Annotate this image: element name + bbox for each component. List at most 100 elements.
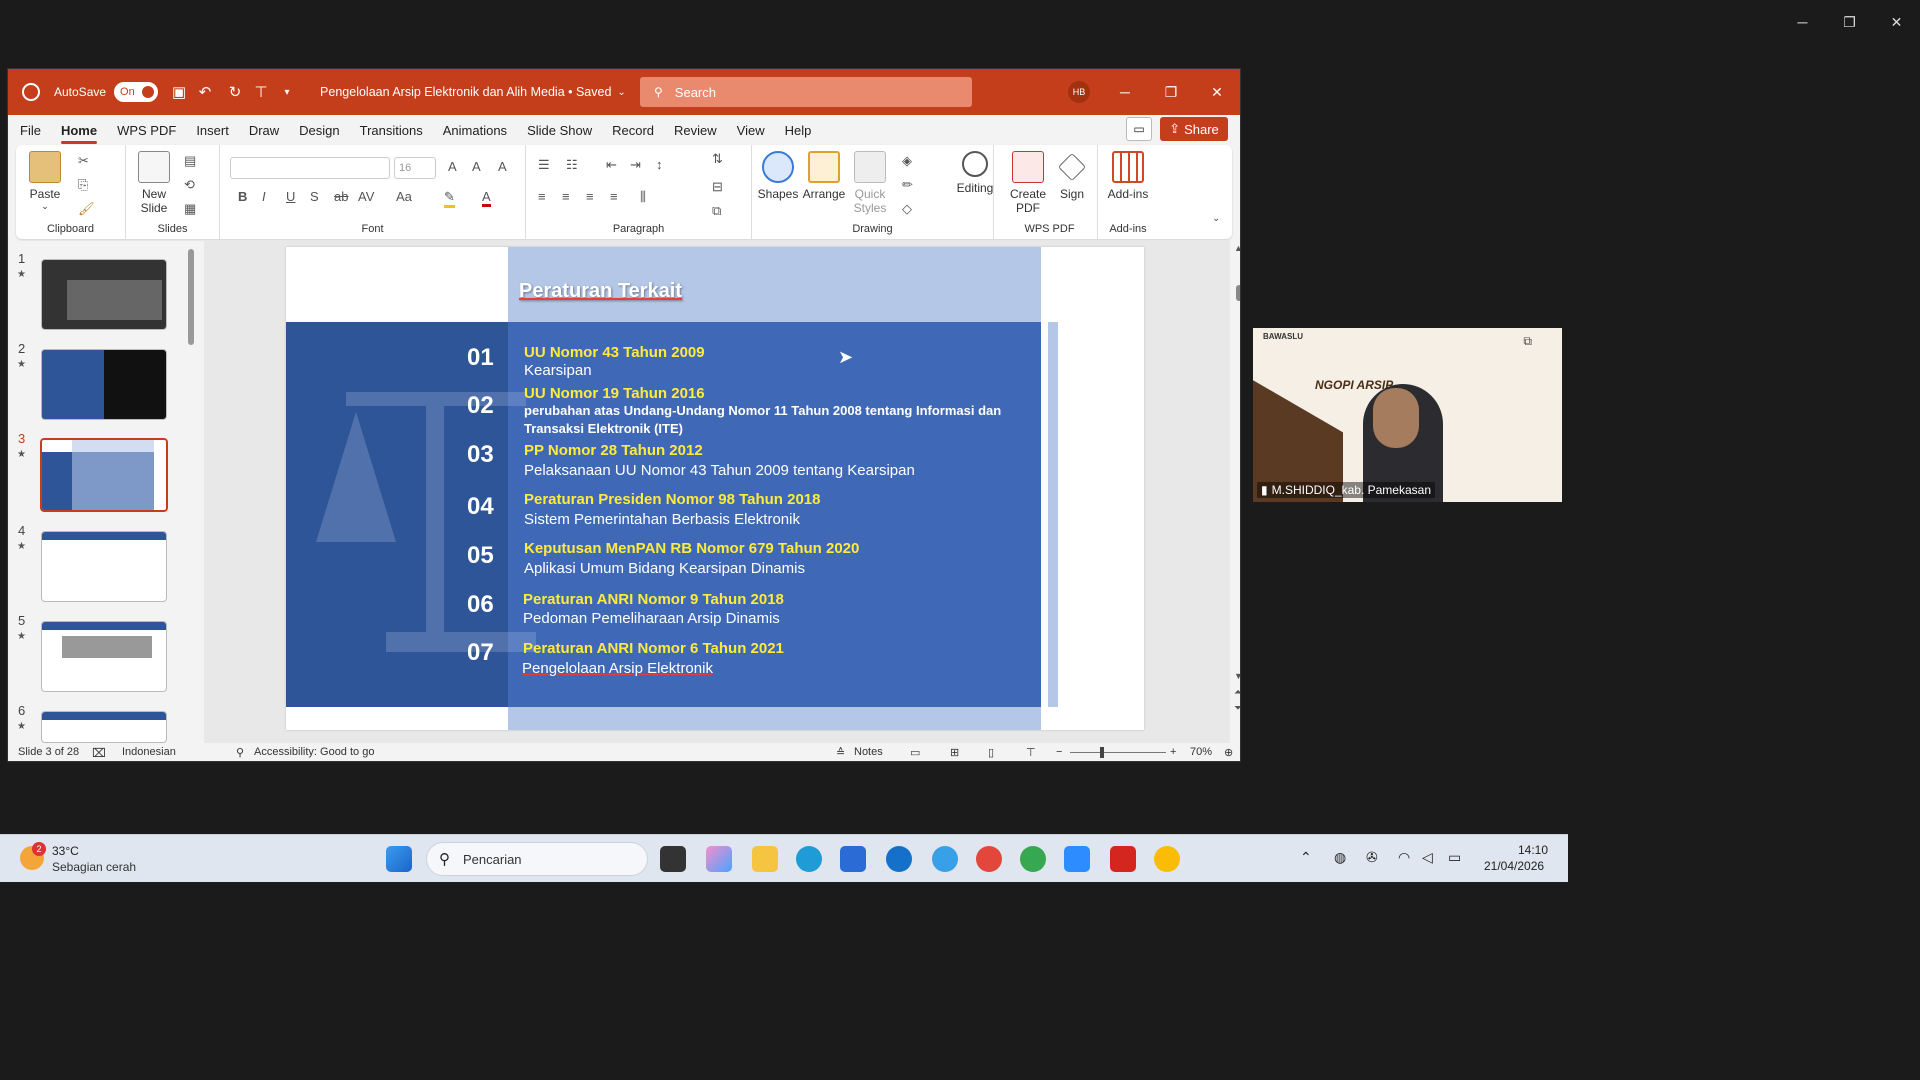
copy-icon[interactable]: ⎘ bbox=[78, 177, 88, 193]
slide-thumbnail-5[interactable] bbox=[41, 621, 167, 692]
align-left-icon[interactable]: ≡ bbox=[538, 189, 546, 204]
weather-widget[interactable]: 2 33°C Sebagian cerah bbox=[20, 842, 160, 876]
start-button[interactable] bbox=[386, 846, 412, 872]
zoom-slider-thumb[interactable] bbox=[1100, 747, 1104, 758]
bold-icon[interactable]: B bbox=[238, 189, 247, 204]
tab-draw[interactable]: Draw bbox=[249, 123, 279, 138]
participant-video[interactable]: BAWASLU NGOPI ARSIP ⧉ ▮ M.SHIDDIQ_kab. Pa… bbox=[1253, 328, 1562, 502]
search-box[interactable]: ⚲ Search bbox=[640, 77, 972, 107]
numbering-icon[interactable]: ☷ bbox=[566, 157, 578, 173]
justify-icon[interactable]: ≡ bbox=[610, 189, 618, 204]
tab-file[interactable]: File bbox=[20, 123, 41, 138]
notes-button[interactable]: Notes bbox=[854, 746, 883, 758]
reset-icon[interactable]: ⟲ bbox=[184, 177, 195, 193]
item-title[interactable]: Peraturan ANRI Nomor 6 Tahun 2021 bbox=[523, 640, 784, 657]
new-slide-button[interactable]: New Slide bbox=[132, 151, 176, 215]
restore-button[interactable]: ❐ bbox=[1826, 0, 1873, 44]
acrobat-icon[interactable] bbox=[1110, 846, 1136, 872]
item-desc[interactable]: Pelaksanaan UU Nomor 43 Tahun 2009 tenta… bbox=[524, 462, 915, 479]
chevron-up-icon[interactable]: ⌃ bbox=[1300, 849, 1312, 866]
align-center-icon[interactable]: ≡ bbox=[562, 189, 570, 204]
paste-button[interactable]: Paste ⌄ bbox=[24, 151, 66, 212]
change-case-icon[interactable]: Aa bbox=[396, 189, 412, 204]
chrome-icon[interactable] bbox=[976, 846, 1002, 872]
format-painter-icon[interactable]: 🖌 bbox=[78, 201, 95, 217]
item-title[interactable]: Keputusan MenPAN RB Nomor 679 Tahun 2020 bbox=[524, 540, 859, 557]
slide-thumbnail-6[interactable] bbox=[41, 711, 167, 743]
comments-button[interactable]: ▭ bbox=[1126, 117, 1152, 141]
shape-effects-icon[interactable]: ◇ bbox=[902, 201, 912, 217]
collapse-ribbon-icon[interactable]: ⌄ bbox=[1212, 213, 1220, 224]
fit-slide-icon[interactable]: ⊕ bbox=[1224, 746, 1233, 759]
network-icon[interactable]: ◍ bbox=[1334, 849, 1346, 866]
create-pdf-button[interactable]: Create PDF bbox=[1006, 151, 1050, 215]
tab-slide-show[interactable]: Slide Show bbox=[527, 123, 592, 138]
highlight-icon[interactable]: ✎ bbox=[444, 189, 455, 208]
chrome-icon[interactable] bbox=[1154, 846, 1180, 872]
tab-home[interactable]: Home bbox=[60, 123, 98, 144]
slide-thumbnail-2[interactable] bbox=[41, 349, 167, 420]
redo-icon[interactable]: ↻ bbox=[224, 81, 246, 103]
save-icon[interactable]: ▣ bbox=[168, 81, 190, 103]
ppt-restore-button[interactable]: ❐ bbox=[1148, 69, 1194, 115]
zoom-level[interactable]: 70% bbox=[1190, 746, 1212, 758]
autosave-toggle[interactable]: On bbox=[114, 82, 159, 102]
spellcheck-icon[interactable]: ⌧ bbox=[92, 746, 106, 760]
font-name-input[interactable] bbox=[230, 157, 390, 179]
decrease-indent-icon[interactable]: ⇤ bbox=[606, 157, 617, 173]
shape-fill-icon[interactable]: ◈ bbox=[902, 153, 912, 169]
app-icon[interactable] bbox=[932, 846, 958, 872]
clock-date[interactable]: 21/04/2026 bbox=[1484, 859, 1544, 873]
undo-icon[interactable]: ↶ bbox=[194, 81, 216, 103]
item-title[interactable]: PP Nomor 28 Tahun 2012 bbox=[524, 442, 703, 459]
tab-review[interactable]: Review bbox=[674, 123, 717, 138]
store-icon[interactable] bbox=[840, 846, 866, 872]
tab-transitions[interactable]: Transitions bbox=[360, 123, 423, 138]
tab-help[interactable]: Help bbox=[785, 123, 812, 138]
scroll-down-icon[interactable]: ▼ bbox=[1234, 671, 1240, 681]
tab-wps-pdf[interactable]: WPS PDF bbox=[117, 123, 176, 138]
battery-icon[interactable]: ▭ bbox=[1448, 849, 1461, 866]
slide[interactable]: Peraturan Terkait 01 UU Nomor 43 Tahun 2… bbox=[286, 247, 1144, 730]
normal-view-icon[interactable]: ▭ bbox=[910, 746, 920, 759]
tab-record[interactable]: Record bbox=[612, 123, 654, 138]
slide-scrollbar[interactable] bbox=[1236, 285, 1240, 301]
shape-outline-icon[interactable]: ✏ bbox=[902, 177, 913, 193]
scroll-up-icon[interactable]: ▲ bbox=[1234, 243, 1240, 253]
chevron-down-icon[interactable]: ⌄ bbox=[617, 87, 625, 98]
item-title[interactable]: Peraturan ANRI Nomor 9 Tahun 2018 bbox=[523, 591, 784, 608]
tab-animations[interactable]: Animations bbox=[443, 123, 507, 138]
item-desc[interactable]: Aplikasi Umum Bidang Kearsipan Dinamis bbox=[524, 560, 805, 577]
file-explorer-icon[interactable] bbox=[752, 846, 778, 872]
zoom-in-icon[interactable]: + bbox=[1170, 746, 1176, 758]
next-slide-icon[interactable]: ⏷ bbox=[1234, 703, 1240, 714]
smartart-icon[interactable]: ⧉ bbox=[712, 203, 721, 219]
slide-thumbnail-3[interactable] bbox=[37, 435, 171, 515]
editing-button[interactable]: Editing bbox=[950, 151, 1000, 195]
present-icon[interactable]: ⊤ bbox=[250, 81, 272, 103]
quick-styles-button[interactable]: Quick Styles bbox=[848, 151, 892, 215]
slide-sorter-icon[interactable]: ⊞ bbox=[950, 746, 959, 759]
tab-design[interactable]: Design bbox=[299, 123, 339, 138]
copilot-icon[interactable] bbox=[706, 846, 732, 872]
slide-thumbnail-4[interactable] bbox=[41, 531, 167, 602]
underline-icon[interactable]: U bbox=[286, 189, 295, 204]
slide-title[interactable]: Peraturan Terkait bbox=[519, 280, 682, 303]
tab-insert[interactable]: Insert bbox=[196, 123, 229, 138]
wifi-icon[interactable]: ◠ bbox=[1398, 849, 1410, 866]
bullets-icon[interactable]: ☰ bbox=[538, 157, 550, 173]
columns-icon[interactable]: ⫼ bbox=[640, 189, 646, 205]
item-title[interactable]: Peraturan Presiden Nomor 98 Tahun 2018 bbox=[524, 491, 821, 508]
cut-icon[interactable]: ✂ bbox=[78, 153, 89, 169]
sign-button[interactable]: Sign bbox=[1052, 151, 1092, 201]
strike-icon[interactable]: ab bbox=[334, 189, 348, 204]
item-title[interactable]: UU Nomor 19 Tahun 2016 bbox=[524, 385, 705, 402]
shadow-icon[interactable]: S bbox=[310, 189, 319, 204]
section-icon[interactable]: ▦ bbox=[184, 201, 196, 217]
increase-indent-icon[interactable]: ⇥ bbox=[630, 157, 641, 173]
thumbs-scrollbar[interactable] bbox=[188, 249, 194, 345]
char-spacing-icon[interactable]: AV bbox=[358, 189, 374, 204]
language[interactable]: Indonesian bbox=[122, 746, 176, 758]
shrink-font-icon[interactable]: A bbox=[472, 159, 481, 174]
item-desc[interactable]: perubahan atas Undang-Undang Nomor 11 Ta… bbox=[524, 402, 1004, 438]
